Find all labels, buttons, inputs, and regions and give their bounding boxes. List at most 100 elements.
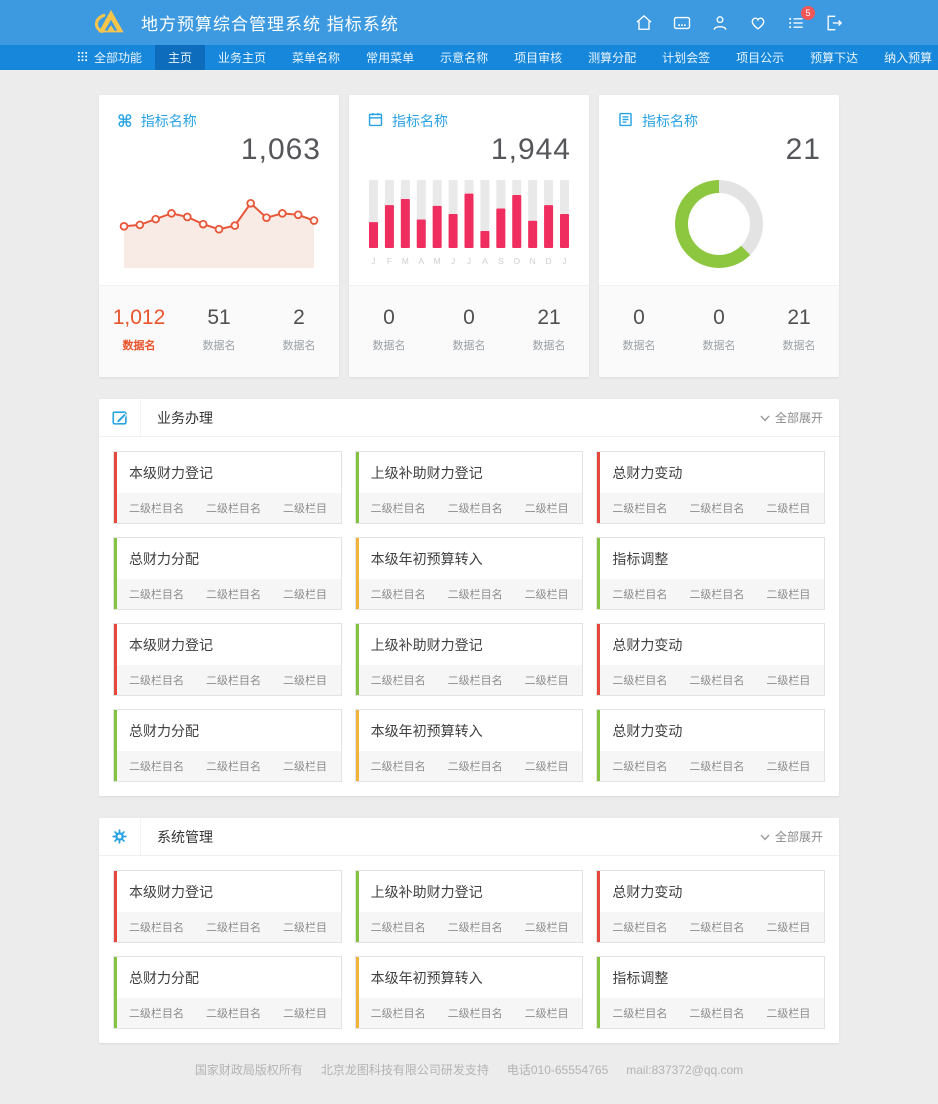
sublink[interactable]: 二级栏目名 (129, 586, 184, 602)
function-card[interactable]: 本级财力登记二级栏目名二级栏目名二级栏目 (113, 623, 342, 696)
sublink[interactable]: 二级栏目名 (371, 586, 426, 602)
sublink[interactable]: 二级栏目 (766, 500, 810, 516)
sublink[interactable]: 二级栏目 (525, 500, 569, 516)
sublink[interactable]: 二级栏目名 (448, 758, 503, 774)
sublink[interactable]: 二级栏目 (525, 758, 569, 774)
sublink[interactable]: 二级栏目 (283, 500, 327, 516)
sublink[interactable]: 二级栏目名 (129, 672, 184, 688)
sublink[interactable]: 二级栏目 (766, 758, 810, 774)
home-icon[interactable] (633, 12, 655, 34)
function-card[interactable]: 总财力变动二级栏目名二级栏目名二级栏目 (596, 870, 825, 943)
nav-item-4[interactable]: 常用菜单 (353, 45, 427, 70)
sublink[interactable]: 二级栏目 (525, 919, 569, 935)
svg-text:F: F (387, 256, 392, 266)
sublink[interactable]: 二级栏目 (283, 586, 327, 602)
sublink[interactable]: 二级栏目名 (448, 672, 503, 688)
sublink[interactable]: 二级栏目名 (689, 1005, 744, 1021)
sublink[interactable]: 二级栏目名 (689, 758, 744, 774)
function-card[interactable]: 上级补助财力登记二级栏目名二级栏目名二级栏目 (355, 623, 584, 696)
accent-bar (597, 452, 600, 523)
sublink[interactable]: 二级栏目名 (612, 586, 667, 602)
sublink[interactable]: 二级栏目名 (689, 500, 744, 516)
nav-item-11[interactable]: 纳入预算 (871, 45, 938, 70)
sublink[interactable]: 二级栏目名 (206, 586, 261, 602)
nav-item-9[interactable]: 项目公示 (723, 45, 797, 70)
function-card[interactable]: 总财力变动二级栏目名二级栏目名二级栏目 (596, 623, 825, 696)
expand-all-button[interactable]: 全部展开 (760, 409, 823, 426)
sublink[interactable]: 二级栏目 (525, 586, 569, 602)
sublink[interactable]: 二级栏目名 (371, 1005, 426, 1021)
nav-item-all-functions[interactable]: 全部功能 (64, 45, 155, 70)
sublink[interactable]: 二级栏目名 (206, 500, 261, 516)
sublink[interactable]: 二级栏目名 (689, 919, 744, 935)
sublink[interactable]: 二级栏目 (525, 672, 569, 688)
function-card[interactable]: 总财力变动二级栏目名二级栏目名二级栏目 (596, 709, 825, 782)
sublink[interactable]: 二级栏目名 (689, 672, 744, 688)
sublink[interactable]: 二级栏目名 (371, 500, 426, 516)
metric-label: 数据名 (179, 337, 259, 353)
function-card[interactable]: 总财力变动二级栏目名二级栏目名二级栏目 (596, 451, 825, 524)
sublink[interactable]: 二级栏目 (766, 919, 810, 935)
sublink[interactable]: 二级栏目名 (448, 1005, 503, 1021)
sublink[interactable]: 二级栏目名 (206, 1005, 261, 1021)
heart-icon[interactable] (747, 12, 769, 34)
sublink[interactable]: 二级栏目名 (129, 1005, 184, 1021)
sublink[interactable]: 二级栏目 (283, 758, 327, 774)
expand-all-button[interactable]: 全部展开 (760, 828, 823, 845)
sublink[interactable]: 二级栏目名 (689, 586, 744, 602)
nav-item-8[interactable]: 计划会签 (649, 45, 723, 70)
function-card[interactable]: 本级财力登记二级栏目名二级栏目名二级栏目 (113, 451, 342, 524)
sublink[interactable]: 二级栏目名 (448, 586, 503, 602)
sublink[interactable]: 二级栏目名 (612, 500, 667, 516)
sublink[interactable]: 二级栏目 (283, 1005, 327, 1021)
function-card[interactable]: 指标调整二级栏目名二级栏目名二级栏目 (596, 956, 825, 1029)
sublink[interactable]: 二级栏目名 (129, 758, 184, 774)
sublink[interactable]: 二级栏目 (283, 919, 327, 935)
sublink[interactable]: 二级栏目名 (612, 919, 667, 935)
function-card[interactable]: 总财力分配二级栏目名二级栏目名二级栏目 (113, 537, 342, 610)
sublink[interactable]: 二级栏目名 (206, 919, 261, 935)
sublink[interactable]: 二级栏目名 (612, 672, 667, 688)
metric-value: 0 (679, 306, 759, 330)
function-card[interactable]: 本级年初预算转入二级栏目名二级栏目名二级栏目 (355, 537, 584, 610)
sublink[interactable]: 二级栏目名 (448, 500, 503, 516)
sublink[interactable]: 二级栏目 (766, 586, 810, 602)
sublink[interactable]: 二级栏目名 (612, 1005, 667, 1021)
panel-title: 业务办理 (157, 408, 213, 428)
nav-item-10[interactable]: 预算下达 (797, 45, 871, 70)
sublink[interactable]: 二级栏目名 (371, 672, 426, 688)
sublink[interactable]: 二级栏目名 (612, 758, 667, 774)
sublink[interactable]: 二级栏目名 (371, 919, 426, 935)
function-card[interactable]: 总财力分配二级栏目名二级栏目名二级栏目 (113, 956, 342, 1029)
svg-text:D: D (546, 256, 552, 266)
function-card[interactable]: 总财力分配二级栏目名二级栏目名二级栏目 (113, 709, 342, 782)
metric: 0数据名 (599, 306, 679, 353)
sublink[interactable]: 二级栏目名 (129, 500, 184, 516)
nav-item-5[interactable]: 示意名称 (427, 45, 501, 70)
nav-item-6[interactable]: 项目审核 (501, 45, 575, 70)
nav-item-7[interactable]: 测算分配 (575, 45, 649, 70)
nav-item-1[interactable]: 主页 (155, 45, 205, 70)
metric-value: 0 (349, 306, 429, 330)
sublink[interactable]: 二级栏目 (766, 672, 810, 688)
sublink[interactable]: 二级栏目 (525, 1005, 569, 1021)
sublink[interactable]: 二级栏目名 (206, 758, 261, 774)
sublink[interactable]: 二级栏目名 (371, 758, 426, 774)
sublink[interactable]: 二级栏目 (283, 672, 327, 688)
function-card[interactable]: 本级财力登记二级栏目名二级栏目名二级栏目 (113, 870, 342, 943)
nav-item-2[interactable]: 业务主页 (205, 45, 279, 70)
logout-icon[interactable] (823, 12, 845, 34)
sublink[interactable]: 二级栏目 (766, 1005, 810, 1021)
function-card[interactable]: 本级年初预算转入二级栏目名二级栏目名二级栏目 (355, 709, 584, 782)
nav-item-3[interactable]: 菜单名称 (279, 45, 353, 70)
card-icon[interactable] (671, 12, 693, 34)
function-card[interactable]: 本级年初预算转入二级栏目名二级栏目名二级栏目 (355, 956, 584, 1029)
user-icon[interactable] (709, 12, 731, 34)
function-card[interactable]: 指标调整二级栏目名二级栏目名二级栏目 (596, 537, 825, 610)
list-icon[interactable]: 5 (785, 12, 807, 34)
function-card[interactable]: 上级补助财力登记二级栏目名二级栏目名二级栏目 (355, 870, 584, 943)
sublink[interactable]: 二级栏目名 (129, 919, 184, 935)
sublink[interactable]: 二级栏目名 (206, 672, 261, 688)
sublink[interactable]: 二级栏目名 (448, 919, 503, 935)
function-card[interactable]: 上级补助财力登记二级栏目名二级栏目名二级栏目 (355, 451, 584, 524)
